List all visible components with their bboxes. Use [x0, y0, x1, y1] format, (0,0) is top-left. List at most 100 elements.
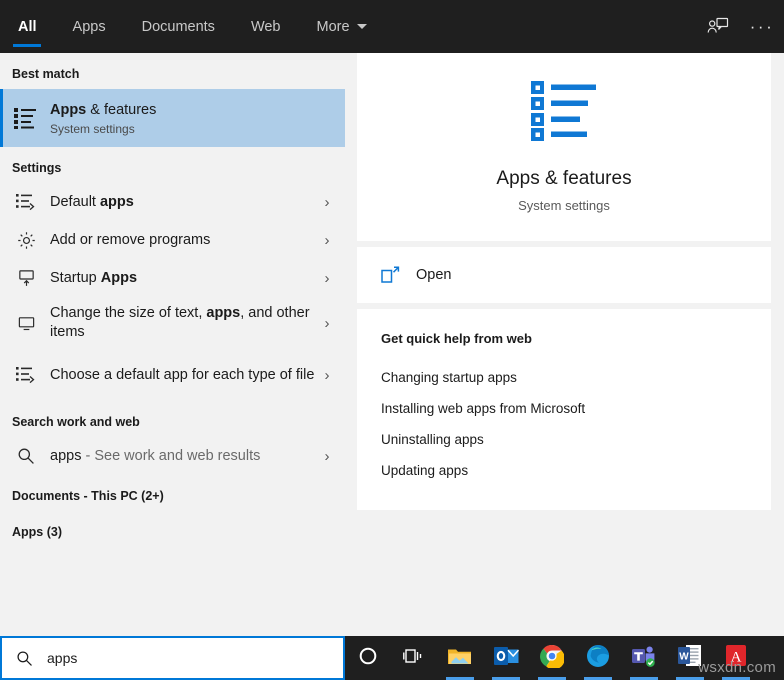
taskbar-buttons: W A: [345, 636, 759, 680]
setting-default-apps[interactable]: Default apps ›: [0, 183, 345, 221]
edge-icon: [586, 644, 610, 673]
best-match-title-bold: Apps: [50, 102, 86, 118]
best-match-title-rest: & features: [86, 102, 156, 118]
file-explorer-button[interactable]: [437, 636, 483, 680]
setting-label-pre: Change the size of text,: [50, 305, 206, 321]
open-action-button[interactable]: Open: [357, 247, 771, 303]
acrobat-button[interactable]: A: [713, 636, 759, 680]
tab-web-label: Web: [251, 19, 281, 35]
chrome-button[interactable]: [529, 636, 575, 680]
search-icon: [12, 442, 40, 470]
default-apps-icon: [12, 188, 40, 216]
setting-label-bold: apps: [100, 194, 134, 210]
chevron-right-icon: ›: [319, 367, 335, 384]
open-external-icon: [381, 266, 400, 284]
edge-button[interactable]: [575, 636, 621, 680]
setting-label-pre: Startup: [50, 270, 101, 286]
setting-add-remove-text: Add or remove programs: [50, 231, 319, 250]
quick-help-header: Get quick help from web: [381, 331, 771, 346]
web-result-suffix: - See work and web results: [81, 448, 260, 464]
taskbar-search-box[interactable]: [0, 636, 345, 680]
outlook-button[interactable]: [483, 636, 529, 680]
teams-button[interactable]: [621, 636, 667, 680]
tab-more-label: More: [317, 19, 350, 35]
tab-all[interactable]: All: [0, 0, 55, 53]
search-tabs: All Apps Documents Web More: [0, 0, 385, 53]
setting-change-text-size[interactable]: Change the size of text, apps, and other…: [0, 297, 345, 349]
setting-label-pre: Choose a default app for each type of fi…: [50, 367, 314, 383]
preview-pane: Apps & features System settings Open Get…: [357, 53, 771, 636]
gear-icon: [12, 226, 40, 254]
word-icon: W: [678, 644, 702, 672]
taskbar: W A wsxdn.com: [0, 636, 784, 680]
best-match-header: Best match: [0, 53, 345, 89]
monitor-up-icon: [12, 264, 40, 292]
setting-label-pre: Default: [50, 194, 100, 210]
chrome-icon: [540, 644, 564, 673]
tab-all-label: All: [18, 19, 37, 35]
feedback-button[interactable]: [696, 0, 740, 53]
tab-apps[interactable]: Apps: [55, 0, 124, 53]
more-options-button[interactable]: ···: [740, 0, 784, 53]
tab-more[interactable]: More: [299, 0, 385, 53]
setting-startup-apps-text: Startup Apps: [50, 269, 319, 288]
setting-default-apps-text: Default apps: [50, 193, 319, 212]
chevron-right-icon: ›: [319, 448, 335, 465]
tab-documents-label: Documents: [142, 19, 215, 35]
search-input[interactable]: [47, 650, 297, 666]
setting-add-or-remove-programs[interactable]: Add or remove programs ›: [0, 221, 345, 259]
tabbar-actions: ···: [696, 0, 784, 53]
results-pane[interactable]: Best match Apps: [0, 53, 345, 636]
svg-text:A: A: [731, 650, 742, 666]
apps-features-icon: [531, 81, 597, 146]
apps-features-icon: [12, 104, 40, 132]
help-link-updating-apps[interactable]: Updating apps: [381, 455, 771, 486]
open-action-label: Open: [416, 267, 451, 283]
documents-header: Documents - This PC (2+): [0, 475, 345, 511]
monitor-icon: [12, 309, 40, 337]
web-result-query: apps: [50, 448, 81, 464]
search-tabbar: All Apps Documents Web More: [0, 0, 784, 53]
preview-subtitle: System settings: [518, 198, 610, 213]
task-view-icon: [403, 647, 425, 670]
setting-label-bold: Apps: [101, 270, 137, 286]
chevron-right-icon: ›: [319, 315, 335, 332]
chevron-right-icon: ›: [319, 232, 335, 249]
setting-label-pre: Add or remove programs: [50, 232, 210, 248]
best-match-text: Apps & features System settings: [50, 101, 335, 136]
settings-header: Settings: [0, 147, 345, 183]
default-apps-icon: [12, 361, 40, 389]
acrobat-icon: A: [725, 644, 747, 672]
tab-apps-label: Apps: [73, 19, 106, 35]
web-result-text: apps - See work and web results: [50, 447, 319, 466]
setting-startup-apps[interactable]: Startup Apps ›: [0, 259, 345, 297]
tab-documents[interactable]: Documents: [124, 0, 233, 53]
setting-change-text-size-text: Change the size of text, apps, and other…: [50, 304, 319, 342]
cortana-button[interactable]: [345, 636, 391, 680]
chevron-right-icon: ›: [319, 270, 335, 287]
search-icon: [16, 650, 33, 667]
best-match-subtitle: System settings: [50, 122, 335, 136]
result-apps-and-features[interactable]: Apps & features System settings: [0, 89, 345, 147]
cortana-circle-icon: [358, 646, 378, 671]
help-link-uninstalling-apps[interactable]: Uninstalling apps: [381, 424, 771, 455]
best-match-title: Apps & features: [50, 101, 335, 120]
web-result-apps[interactable]: apps - See work and web results ›: [0, 437, 345, 475]
task-view-button[interactable]: [391, 636, 437, 680]
setting-choose-default-app-text: Choose a default app for each type of fi…: [50, 366, 319, 385]
outlook-icon: [494, 645, 519, 672]
apps-count-header: Apps (3): [0, 511, 345, 547]
help-link-installing-web-apps[interactable]: Installing web apps from Microsoft: [381, 393, 771, 424]
teams-icon: [631, 644, 657, 673]
quick-help-section: Get quick help from web Changing startup…: [357, 309, 771, 510]
search-flyout-screen: All Apps Documents Web More: [0, 0, 784, 680]
chevron-right-icon: ›: [319, 194, 335, 211]
setting-choose-default-app[interactable]: Choose a default app for each type of fi…: [0, 349, 345, 401]
word-button[interactable]: W: [667, 636, 713, 680]
svg-text:W: W: [679, 652, 689, 663]
help-link-changing-startup-apps[interactable]: Changing startup apps: [381, 362, 771, 393]
preview-hero: Apps & features System settings: [357, 53, 771, 241]
more-options-icon: ···: [750, 18, 774, 35]
preview-title: Apps & features: [496, 168, 631, 190]
tab-web[interactable]: Web: [233, 0, 299, 53]
